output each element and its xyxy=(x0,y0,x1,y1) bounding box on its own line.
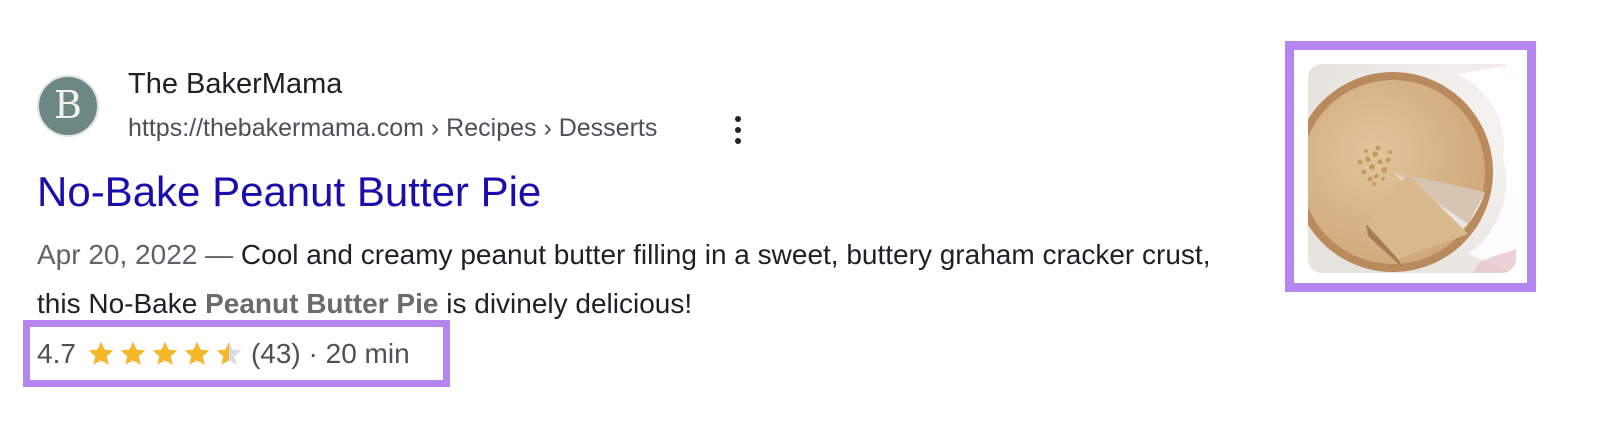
snippet-date: Apr 20, 2022 xyxy=(37,239,198,270)
dot-2 xyxy=(735,138,741,144)
rating-separator: · xyxy=(300,338,326,369)
rating-row: 4.7 (43) · 20 min xyxy=(37,334,410,374)
star-icon xyxy=(88,341,114,365)
half-star-icon xyxy=(216,341,242,365)
result-title-link[interactable]: No-Bake Peanut Butter Pie xyxy=(37,168,541,216)
snippet-text-end: is divinely delicious! xyxy=(438,288,693,319)
dot xyxy=(735,127,741,133)
site-name[interactable]: The BakerMama xyxy=(128,68,342,101)
site-favicon[interactable]: B xyxy=(37,75,99,137)
peanut-butter-pie-image[interactable] xyxy=(1308,64,1516,273)
pie-illustration xyxy=(1308,64,1516,273)
star-icon xyxy=(184,341,210,365)
search-result: B The BakerMama https://thebakermama.com… xyxy=(0,0,1600,425)
favicon-letter: B xyxy=(54,83,82,127)
rating-value: 4.7 xyxy=(37,338,76,369)
site-url-breadcrumb[interactable]: https://thebakermama.com › Recipes › Des… xyxy=(128,114,657,143)
snippet-separator: — xyxy=(197,239,241,270)
more-options-button[interactable] xyxy=(724,112,752,148)
cook-time: 20 min xyxy=(325,338,410,369)
snippet-bold-term: Peanut Butter Pie xyxy=(205,288,439,319)
three-dots-vertical-icon xyxy=(735,116,741,122)
star-icon xyxy=(152,341,178,365)
star-rating xyxy=(86,339,244,369)
result-snippet: Apr 20, 2022 — Cool and creamy peanut bu… xyxy=(37,230,1217,328)
star-icon xyxy=(120,341,146,365)
review-count: (43) xyxy=(250,338,301,369)
